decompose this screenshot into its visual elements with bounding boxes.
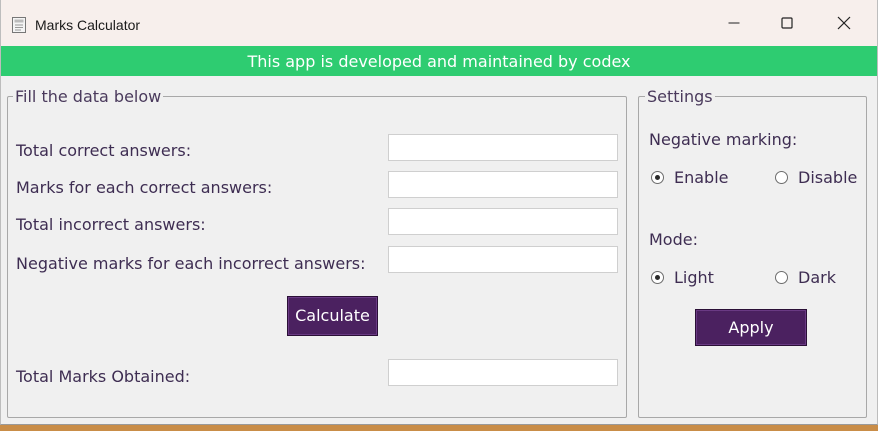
negative-marks-input[interactable] (388, 246, 618, 273)
calculate-button[interactable]: Calculate (287, 296, 378, 336)
maximize-icon (781, 17, 793, 29)
radio-selected-icon (651, 271, 664, 284)
developer-banner: This app is developed and maintained by … (1, 46, 877, 76)
fill-data-group-title: Fill the data below (13, 87, 164, 106)
marks-per-correct-input[interactable] (388, 171, 618, 198)
minimize-button[interactable] (706, 0, 762, 46)
maximize-button[interactable] (759, 0, 815, 46)
total-incorrect-input[interactable] (388, 208, 618, 235)
light-option-label: Light (674, 268, 714, 287)
total-incorrect-label: Total incorrect answers: (16, 215, 206, 234)
app-window: Marks Calculator This app is developed a… (0, 0, 878, 425)
settings-group: Settings Negative marking: Enable Disabl… (638, 87, 867, 418)
negative-marking-disable-radio[interactable]: Disable (775, 168, 857, 187)
total-correct-label: Total correct answers: (16, 141, 192, 160)
disable-option-label: Disable (798, 168, 858, 187)
total-correct-input[interactable] (388, 134, 618, 161)
window-title: Marks Calculator (35, 17, 141, 33)
close-icon (837, 16, 851, 30)
apply-button[interactable]: Apply (695, 309, 807, 346)
title-bar[interactable]: Marks Calculator (1, 0, 877, 46)
mode-dark-radio[interactable]: Dark (775, 268, 836, 287)
app-document-icon (12, 17, 26, 33)
fill-data-group: Fill the data below Total correct answer… (7, 87, 627, 418)
radio-unselected-icon (775, 271, 788, 284)
radio-unselected-icon (775, 171, 788, 184)
mode-light-radio[interactable]: Light (651, 268, 714, 287)
close-button[interactable] (816, 0, 872, 46)
negative-marks-label: Negative marks for each incorrect answer… (16, 254, 366, 273)
total-marks-output[interactable] (388, 359, 618, 386)
enable-option-label: Enable (674, 168, 729, 187)
minimize-icon (728, 22, 740, 24)
marks-per-correct-label: Marks for each correct answers: (16, 178, 273, 197)
total-marks-label: Total Marks Obtained: (16, 367, 191, 386)
radio-selected-icon (651, 171, 664, 184)
dark-option-label: Dark (798, 268, 836, 287)
negative-marking-label: Negative marking: (649, 130, 798, 149)
settings-group-title: Settings (645, 87, 715, 106)
mode-label: Mode: (649, 230, 698, 249)
negative-marking-enable-radio[interactable]: Enable (651, 168, 729, 187)
